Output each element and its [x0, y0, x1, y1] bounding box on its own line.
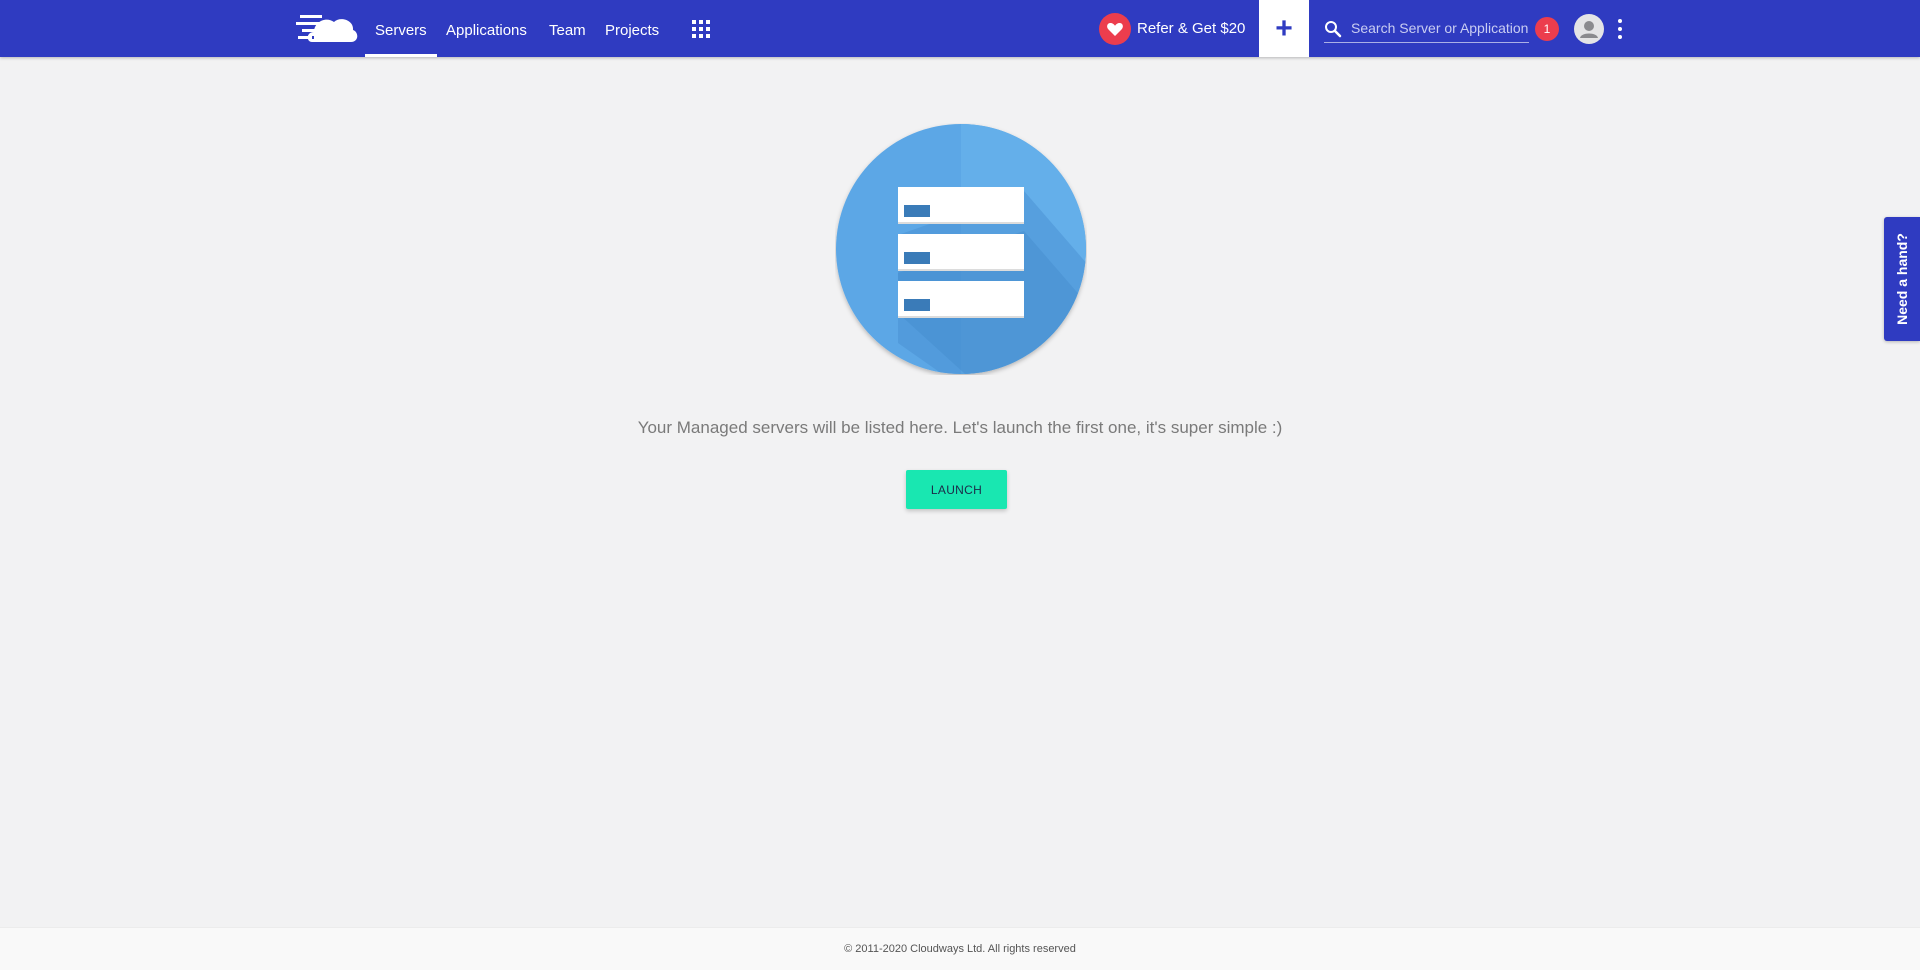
need-a-hand-tab[interactable]: Need a hand?: [1884, 217, 1920, 341]
search-box[interactable]: [1324, 14, 1531, 43]
search-input[interactable]: [1349, 14, 1531, 42]
help-tab-label: Need a hand?: [1894, 233, 1910, 325]
nav-team[interactable]: Team: [549, 0, 586, 57]
search-icon: [1325, 21, 1342, 38]
plus-icon: +: [1275, 12, 1293, 45]
server-stack-icon: [836, 124, 1086, 374]
cloud-logo-icon[interactable]: [296, 12, 358, 46]
footer: © 2011-2020 Cloudways Ltd. All rights re…: [0, 927, 1920, 970]
nav-projects[interactable]: Projects: [605, 0, 659, 57]
launch-button[interactable]: LAUNCH: [906, 470, 1007, 509]
heart-icon: [1099, 13, 1131, 45]
add-button[interactable]: +: [1259, 0, 1309, 57]
grid-icon[interactable]: [692, 20, 710, 38]
empty-state-message: Your Managed servers will be listed here…: [637, 418, 1283, 437]
copyright-text: © 2011-2020 Cloudways Ltd. All rights re…: [844, 943, 1076, 955]
nav-applications[interactable]: Applications: [446, 0, 527, 57]
top-navigation-bar: Servers Applications Team Projects Refer…: [0, 0, 1920, 57]
nav-servers[interactable]: Servers: [365, 0, 437, 57]
user-avatar-icon[interactable]: [1574, 14, 1604, 44]
refer-label: Refer & Get $20: [1137, 20, 1246, 37]
more-vert-icon[interactable]: [1615, 18, 1625, 40]
notification-badge[interactable]: 1: [1535, 17, 1559, 41]
